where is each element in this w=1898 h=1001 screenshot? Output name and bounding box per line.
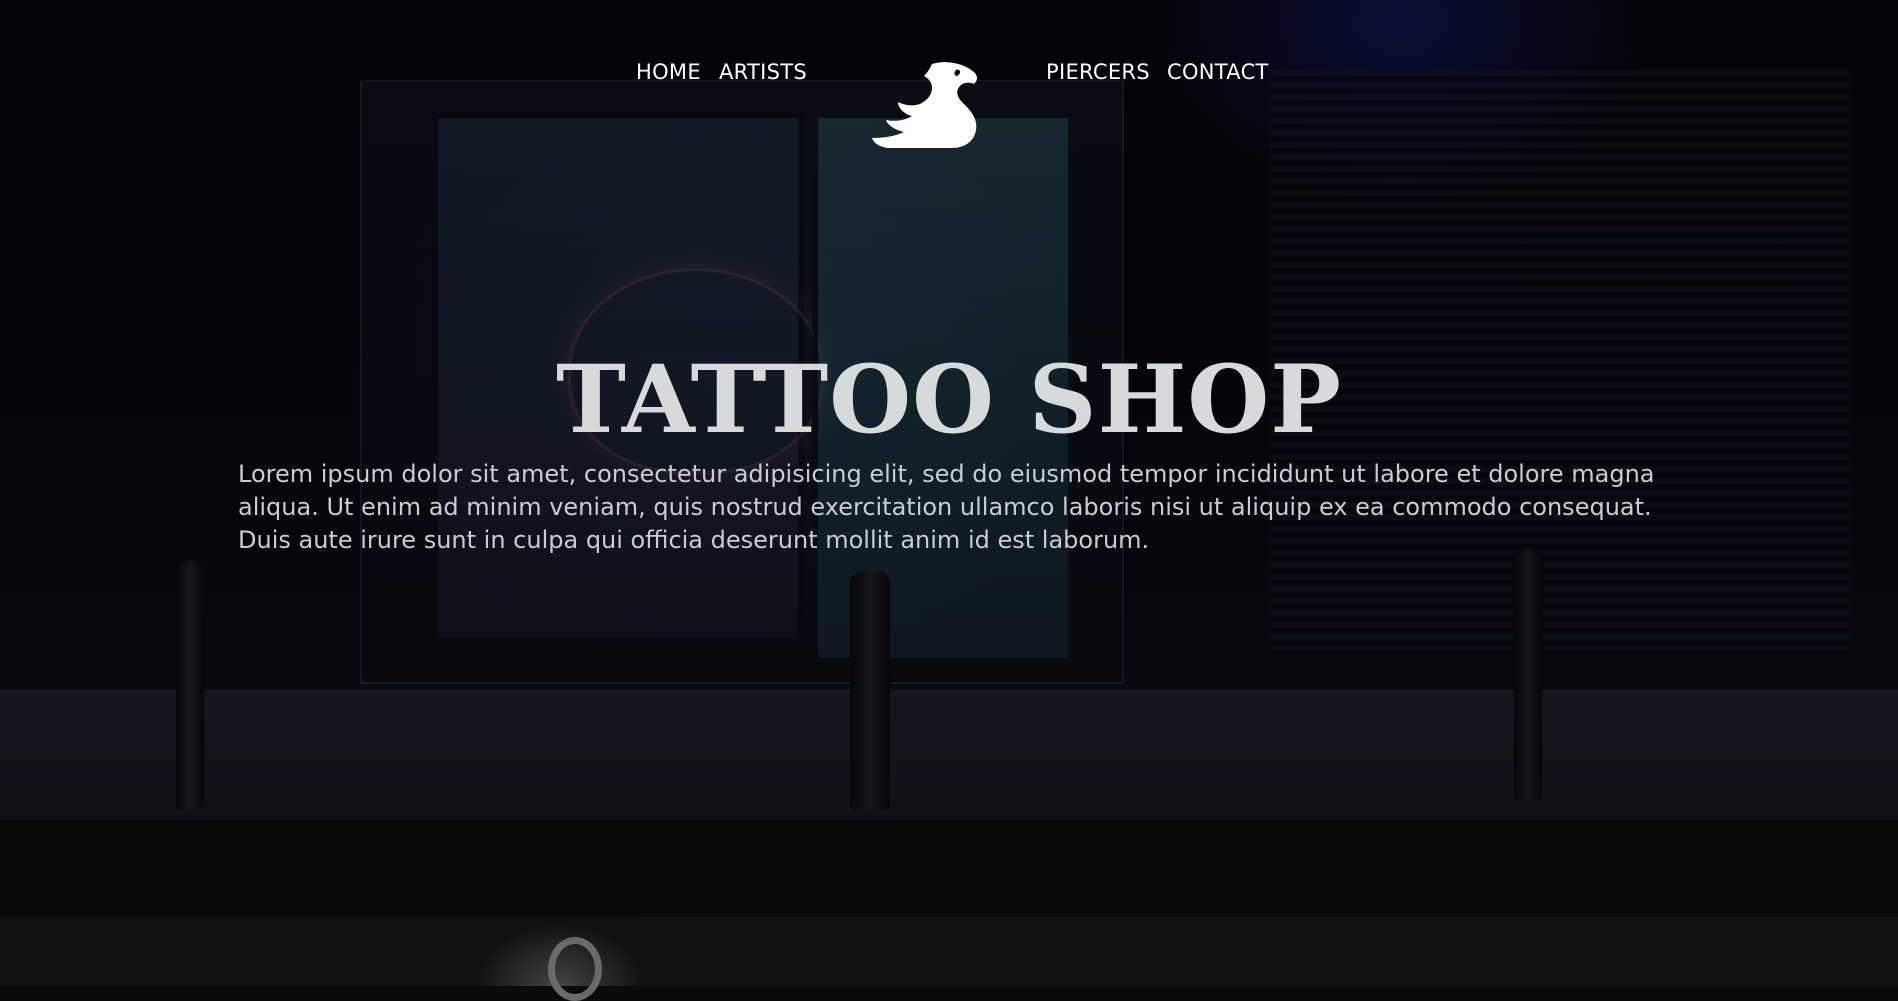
main-navigation: HOME ARTISTS PIERCERS CONTACT xyxy=(0,30,1898,148)
nav-home-link[interactable]: HOME xyxy=(636,60,701,84)
hero-section: HOME ARTISTS PIERCERS CONTACT TATTOO SHO… xyxy=(0,0,1898,917)
next-section-panel xyxy=(0,917,1898,1001)
tattoo-artist-photo xyxy=(0,917,636,1001)
hero-description: Lorem ipsum dolor sit amet, consectetur … xyxy=(238,460,1655,554)
nav-artists-link[interactable]: ARTISTS xyxy=(719,60,807,84)
nav-piercers-link[interactable]: PIERCERS xyxy=(1046,60,1150,84)
nav-contact-link[interactable]: CONTACT xyxy=(1167,60,1269,84)
photo-detail-decoration xyxy=(548,937,602,1001)
hero-title: TATTOO SHOP xyxy=(556,345,1342,455)
dragon-logo-svg xyxy=(872,62,977,148)
dragon-logo-icon[interactable] xyxy=(870,60,982,150)
